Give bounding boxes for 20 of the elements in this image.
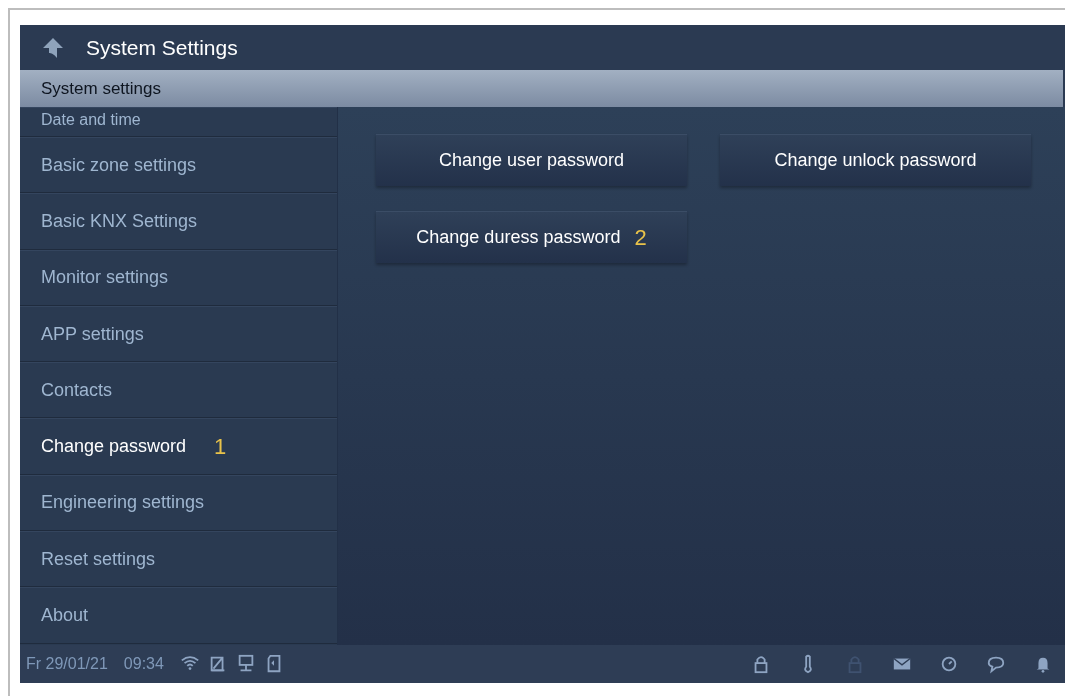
speech-bubble-icon[interactable] [986, 654, 1006, 674]
sidebar-item[interactable]: Change password 1 [20, 418, 337, 475]
sidebar-item[interactable]: Reset settings [20, 531, 337, 588]
sidebar-item[interactable]: Engineering settings [20, 474, 337, 532]
password-option-button[interactable]: Change unlock password [720, 134, 1031, 186]
sidebar-item[interactable]: Basic KNX Settings [20, 193, 337, 250]
status-date: Fr 29/01/21 [26, 654, 108, 674]
sidebar-item[interactable]: Date and time [20, 107, 337, 137]
clock-icon[interactable] [939, 654, 959, 674]
sidebar-item[interactable]: Contacts [20, 362, 337, 419]
window-title: System Settings [86, 34, 238, 61]
section-header-bar: System settings [20, 70, 1063, 107]
sidebar-item[interactable]: Monitor settings [20, 249, 337, 306]
status-time: 09:34 [123, 654, 164, 674]
password-option-button[interactable]: Change duress password 2 [376, 211, 687, 263]
sidebar-item[interactable]: About [20, 587, 337, 644]
sidebar-item[interactable]: Basic zone settings [20, 137, 337, 194]
back-arrow-icon[interactable] [42, 36, 64, 59]
sidebar-item[interactable]: APP settings [20, 305, 337, 363]
password-option-button[interactable]: Change user password [376, 134, 687, 186]
